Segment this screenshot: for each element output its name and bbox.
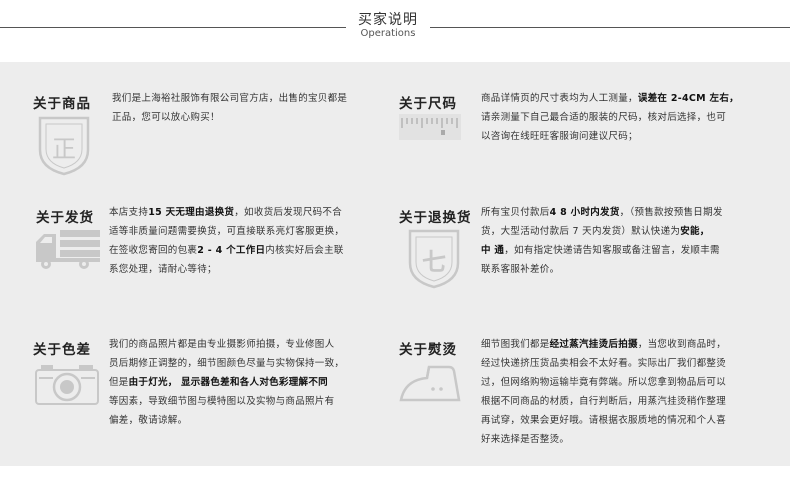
desc-text: 我们是上海裕社服饰有限公司官方店，出售的宝贝都是 [112,93,348,104]
desc-text: ，如收货后发现尺码不合 [234,207,343,218]
desc-text: 偏差，敬请谅解。 [109,415,188,426]
desc-text: 内核实好后会主联 [265,245,344,256]
desc-line: 细节图我们都是经过蒸汽挂烫后拍摄，当您收到商品时， [481,335,771,354]
desc-text: ，（预售款按预售日期发 [619,207,723,218]
desc-line: 适等非质量问题需要换货，可直接联系亮灯客服更换， [109,222,379,241]
header-divider-left [0,27,346,28]
size-section: 关于尺码 商品详情页的尺寸表均为人工测量，误差在 2-4CM 左右， 请亲测量下… [399,92,779,202]
desc-line: 商品详情页的尺寸表均为人工测量，误差在 2-4CM 左右， [481,89,766,108]
desc-text: 系您处理，请耐心等待； [109,264,217,275]
desc-line: 过，但网络购物运输毕竟有弊端。所以您拿到物品后可以 [481,373,771,392]
desc-line: 在签收您寄回的包裹2 - 4 个工作日内核实好后会主联 [109,241,379,260]
product-title: 关于商品 [33,96,91,112]
desc-line: 员后期修正调整的，细节图颜色尽量与实物保持一致， [109,354,379,373]
desc-text: 再试穿，效果会更好哦。请根据衣服质地的情况和个人喜 [481,415,727,426]
truck-icon [36,228,102,274]
desc-line: 经过快递挤压货品卖相会不太好看。实际出厂我们都整烫 [481,354,771,373]
desc-text: 但是 [109,377,129,388]
desc-line: 好来选择是否整烫。 [481,430,771,449]
desc-text: 正品，您可以放心购买！ [112,112,220,123]
desc-emphasis: 经过蒸汽挂烫后拍摄 [549,339,638,350]
header-title: 买家说明 [358,12,418,28]
ruler-icon [399,114,461,144]
desc-text: 所有宝贝付款后 [481,207,550,218]
desc-text: 本店支持 [109,207,149,218]
shield-seven-icon: 七 [407,227,461,293]
desc-line: 根据不同商品的材质，自行判断后，用蒸汽挂烫稍作整理 [481,392,771,411]
desc-line: 货，大型活动付款后 7 天内发货）默认快递为安能， [481,222,766,241]
desc-line: 等因素，导致细节图与模特图以及实物与商品照片有 [109,392,379,411]
ironing-section: 关于熨烫 细节图我们都是经过蒸汽挂烫后拍摄，当您收到商品时， 经过快递挤压货品卖相… [399,338,779,458]
section-header: 买家说明 Operations [0,0,790,62]
desc-emphasis: 15 天无理由退换货 [148,207,235,218]
desc-line: 系您处理，请耐心等待； [109,260,379,279]
desc-line: 正品，您可以放心购买！ [112,108,382,127]
svg-text:七: 七 [422,248,446,276]
size-title: 关于尺码 [399,96,457,112]
desc-line: 本店支持15 天无理由退换货，如收货后发现尺码不合 [109,203,379,222]
desc-text: 过，但网络购物运输毕竟有弊端。所以您拿到物品后可以 [481,377,727,388]
info-panel: 关于商品 正 我们是上海裕社服饰有限公司官方店，出售的宝贝都是 正品，您可以放心购… [0,62,790,466]
ironing-desc: 细节图我们都是经过蒸汽挂烫后拍摄，当您收到商品时， 经过快递挤压货品卖相会不太好看… [481,335,771,449]
desc-text: 根据不同商品的材质，自行判断后，用蒸汽挂烫稍作整理 [481,396,727,407]
desc-text: ，当您收到商品时， [637,339,727,350]
desc-text: 以咨询在线旺旺客服询问建议尺码； [481,131,638,142]
desc-text: 员后期修正调整的，细节图颜色尽量与实物保持一致， [109,358,345,369]
size-desc: 商品详情页的尺寸表均为人工测量，误差在 2-4CM 左右， 请亲测量下自己最合适的… [481,89,766,146]
svg-text:正: 正 [52,135,76,163]
shipping-desc: 本店支持15 天无理由退换货，如收货后发现尺码不合适等非质量问题需要换货，可直接… [109,203,379,279]
color-desc: 我们的商品照片都是由专业摄影师拍摄，专业修图人 员后期修正调整的，细节图颜色尽量与… [109,335,379,430]
desc-line: 中 通，如有指定快递请告知客服或备注留言，发顺丰需 [481,241,766,260]
iron-icon [399,364,461,408]
color-title: 关于色差 [33,342,91,358]
desc-line: 偏差，敬请谅解。 [109,411,379,430]
desc-text: ，如有指定快递请告知客服或备注留言，发顺丰需 [504,245,720,256]
desc-text: 经过快递挤压货品卖相会不太好看。实际出厂我们都整烫 [481,358,727,369]
camera-icon [35,364,99,410]
footer-strip [0,466,790,490]
desc-emphasis: 2 - 4 个工作日 [197,245,266,256]
shipping-section: 关于发货 本店支持15 天无理由退换货，如收货后发现尺码不合适等非质量问题需要换… [36,206,396,316]
desc-text: 请亲测量下自己最合适的服装的尺码，核对后选择，也可 [481,112,727,123]
desc-line: 所有宝贝付款后4 8 小时内发货，（预售款按预售日期发 [481,203,766,222]
desc-line: 我们的商品照片都是由专业摄影师拍摄，专业修图人 [109,335,379,354]
product-section: 关于商品 正 我们是上海裕社服饰有限公司官方店，出售的宝贝都是 正品，您可以放心购… [33,92,393,202]
desc-emphasis: 误差在 2-4CM 左右， [637,93,739,104]
return-desc: 所有宝贝付款后4 8 小时内发货，（预售款按预售日期发 货，大型活动付款后 7 天… [481,203,766,279]
desc-text: 好来选择是否整烫。 [481,434,570,445]
desc-line: 以咨询在线旺旺客服询问建议尺码； [481,127,766,146]
product-desc: 我们是上海裕社服饰有限公司官方店，出售的宝贝都是 正品，您可以放心购买！ [112,89,382,127]
desc-emphasis: 4 8 小时内发货 [549,207,620,218]
desc-line: 请亲测量下自己最合适的服装的尺码，核对后选择，也可 [481,108,766,127]
desc-line: 我们是上海裕社服饰有限公司官方店，出售的宝贝都是 [112,89,382,108]
desc-emphasis: 显示器色差和各人对色彩理解不同 [180,377,328,388]
shipping-title: 关于发货 [36,210,94,226]
desc-text: 细节图我们都是 [481,339,550,350]
desc-text: 联系客服补差价。 [481,264,560,275]
return-section: 关于退换货 七 所有宝贝付款后4 8 小时内发货，（预售款按预售日期发 货，大型活… [399,206,779,316]
desc-line: 再试穿，效果会更好哦。请根据衣服质地的情况和个人喜 [481,411,771,430]
desc-line: 联系客服补差价。 [481,260,766,279]
desc-text: 适等非质量问题需要换货，可直接联系亮灯客服更换， [109,226,345,237]
desc-text: 在签收您寄回的包裹 [109,245,198,256]
desc-emphasis: 中 通 [481,245,505,256]
return-title: 关于退换货 [399,210,472,226]
desc-emphasis: 安能， [680,226,710,237]
color-section: 关于色差 我们的商品照片都是由专业摄影师拍摄，专业修图人 员后期修正调整的，细节图… [33,338,393,458]
desc-text: 货，大型活动付款后 7 天内发货）默认快递为 [481,226,681,237]
header-subtitle: Operations [360,28,416,39]
desc-text: 等因素，导致细节图与模特图以及实物与商品照片有 [109,396,335,407]
desc-emphasis: 由于灯光， [128,377,178,388]
shield-zheng-icon: 正 [37,114,91,180]
ironing-title: 关于熨烫 [399,342,457,358]
desc-text: 商品详情页的尺寸表均为人工测量， [481,93,638,104]
desc-line: 但是由于灯光， 显示器色差和各人对色彩理解不同 [109,373,379,392]
desc-text: 我们的商品照片都是由专业摄影师拍摄，专业修图人 [109,339,335,350]
header-divider-right [430,27,790,28]
